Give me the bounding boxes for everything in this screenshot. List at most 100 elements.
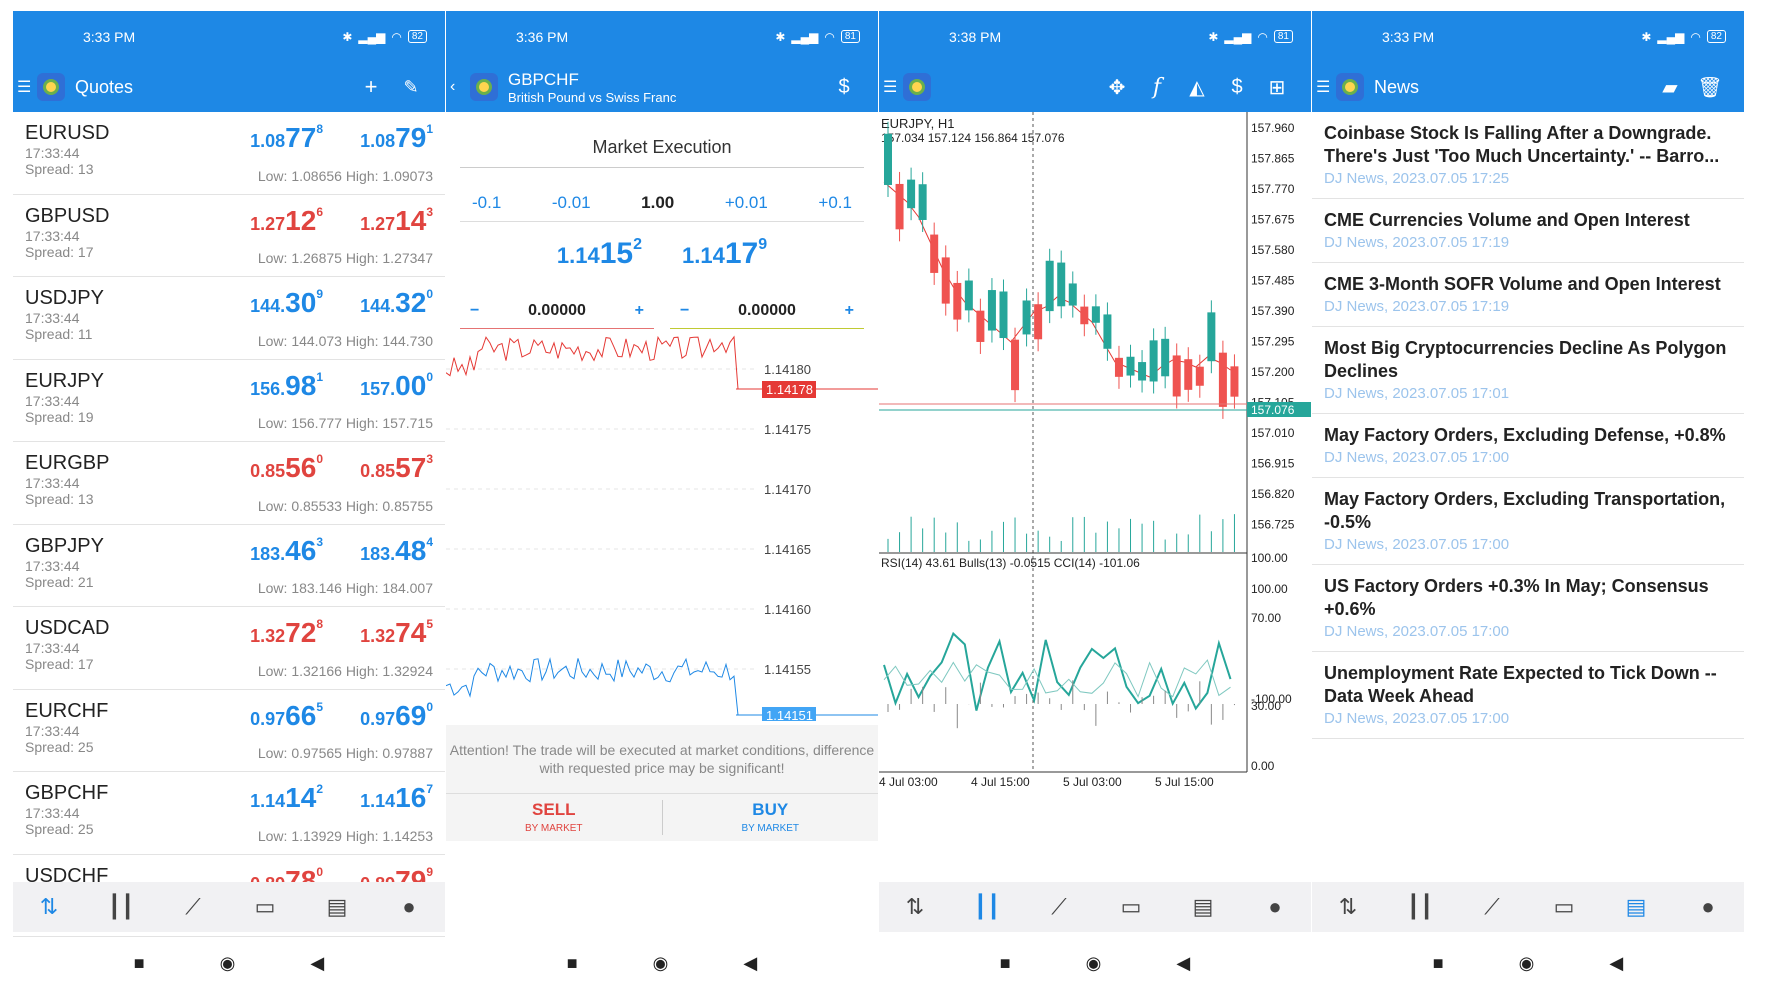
news-headline: CME 3-Month SOFR Volume and Open Interes… xyxy=(1324,274,1721,294)
quote-row[interactable]: EURGBP 17:33:44 Spread: 13 0.85560 0.85573 Lo… xyxy=(13,442,445,525)
price-axis-label: 156.915 xyxy=(1251,457,1295,471)
price-axis-label: 157.390 xyxy=(1251,304,1295,318)
nav-history-icon[interactable]: ▭ xyxy=(240,894,290,920)
news-source: DJ News, 2023.07.05 17:00 xyxy=(1324,449,1510,466)
quote-low-high: Low: 183.146 High: 184.007 xyxy=(257,580,433,596)
bottom-nav: ⇅ ┃┃ ⟋ ▭ ▤ ● xyxy=(13,882,445,932)
nav-chat-icon[interactable]: ● xyxy=(384,894,434,920)
news-item[interactable]: CME 3-Month SOFR Volume and Open Interes… xyxy=(1312,263,1744,327)
quote-row[interactable]: GBPCHF 17:33:44 Spread: 25 1.14142 1.14167 Lo… xyxy=(13,772,445,855)
folder-icon[interactable]: ▰ xyxy=(1650,75,1690,100)
home-icon[interactable]: ◉ xyxy=(1086,953,1102,974)
time-axis-label: 4 Jul 15:00 xyxy=(971,775,1030,789)
news-item[interactable]: Most Big Cryptocurrencies Decline As Pol… xyxy=(1312,327,1744,414)
nav-chart-icon[interactable]: ┃┃ xyxy=(1395,894,1445,920)
price-axis-label: 156.725 xyxy=(1251,518,1295,532)
battery-icon: 82 xyxy=(1706,30,1726,43)
menu-icon[interactable]: ☰ xyxy=(883,77,897,97)
news-item[interactable]: May Factory Orders, Excluding Transporta… xyxy=(1312,478,1744,565)
quote-row[interactable]: EURCHF 17:33:44 Spread: 25 0.97665 0.97690 Lo… xyxy=(13,690,445,772)
candle-body xyxy=(1080,306,1089,325)
status-bar: 3:33 PM ✱ ▂▄▆ ◠ 82 xyxy=(1312,11,1744,62)
bid-price: 144.309 xyxy=(250,287,323,318)
edit-icon[interactable]: ✎ xyxy=(391,77,431,98)
news-headline: Most Big Cryptocurrencies Decline As Pol… xyxy=(1324,338,1727,381)
new-order-icon[interactable]: ⊞ xyxy=(1257,75,1297,100)
nav-trade-icon[interactable]: ⟋ xyxy=(168,894,218,920)
quote-list: EURUSD 17:33:44 Spread: 13 1.08778 1.08791 Lo… xyxy=(13,112,445,937)
menu-icon[interactable]: ☰ xyxy=(17,77,31,97)
back-icon[interactable]: ◀ xyxy=(743,953,757,974)
candle-chart[interactable]: EURJPY, H1157.034 157.124 156.864 157.07… xyxy=(879,112,1311,792)
news-item[interactable]: CME Currencies Volume and Open Interest D… xyxy=(1312,199,1744,263)
chart-ohlc-label: 157.034 157.124 156.864 157.076 xyxy=(881,131,1065,145)
back-icon[interactable]: ◀ xyxy=(1609,953,1623,974)
nav-history-icon[interactable]: ▭ xyxy=(1106,894,1156,920)
nav-news-icon[interactable]: ▤ xyxy=(312,894,362,920)
recents-icon[interactable]: ■ xyxy=(1000,953,1011,974)
recents-icon[interactable]: ■ xyxy=(134,953,145,974)
back-arrow-icon[interactable]: ‹ xyxy=(450,78,462,96)
volume-plus-small[interactable]: +0.01 xyxy=(725,193,768,213)
app-bar: ☰ ✥ f ◭ $ ⊞ xyxy=(879,62,1311,112)
quote-row[interactable]: USDCAD 17:33:44 Spread: 17 1.32728 1.32745 Lo… xyxy=(13,607,445,690)
crosshair-icon[interactable]: ✥ xyxy=(1097,75,1137,100)
volume-minus-big[interactable]: -0.1 xyxy=(472,193,501,213)
price-label: 1.14180 xyxy=(764,362,811,377)
signal-icon: ▂▄▆ xyxy=(1224,29,1252,44)
sell-button[interactable]: SELL BY MARKET xyxy=(446,794,662,841)
volume-minus-small[interactable]: -0.01 xyxy=(552,193,591,213)
recents-icon[interactable]: ■ xyxy=(1433,953,1444,974)
candle-body xyxy=(1034,304,1043,340)
news-item[interactable]: Coinbase Stock Is Falling After a Downgr… xyxy=(1312,112,1744,199)
quote-row[interactable]: USDJPY 17:33:44 Spread: 11 144.309 144.320 Lo… xyxy=(13,277,445,360)
system-nav: ■ ◉ ◀ xyxy=(13,941,445,986)
nav-quotes-icon[interactable]: ⇅ xyxy=(1323,894,1373,920)
back-icon[interactable]: ◀ xyxy=(310,953,324,974)
nav-chart-icon[interactable]: ┃┃ xyxy=(96,894,146,920)
home-icon[interactable]: ◉ xyxy=(653,953,669,974)
battery-icon: 81 xyxy=(1273,30,1293,43)
nav-history-icon[interactable]: ▭ xyxy=(1539,894,1589,920)
ask-price: 0.97690 xyxy=(360,699,433,731)
nav-chart-icon[interactable]: ┃┃ xyxy=(962,894,1012,920)
home-icon[interactable]: ◉ xyxy=(220,953,236,974)
nav-quotes-icon[interactable]: ⇅ xyxy=(24,894,74,920)
status-bar: 3:33 PM ✱ ▂▄▆ ◠ 82 xyxy=(13,11,445,62)
execution-type-select[interactable]: Market Execution xyxy=(460,126,864,168)
nav-trade-icon[interactable]: ⟋ xyxy=(1034,894,1084,920)
time-axis-label: 5 Jul 03:00 xyxy=(1063,775,1122,789)
back-icon[interactable]: ◀ xyxy=(1176,953,1190,974)
volume-plus-big[interactable]: +0.1 xyxy=(818,193,852,213)
home-icon[interactable]: ◉ xyxy=(1519,953,1535,974)
quote-row[interactable]: EURUSD 17:33:44 Spread: 13 1.08778 1.08791 Lo… xyxy=(13,112,445,195)
news-item[interactable]: US Factory Orders +0.3% In May; Consensu… xyxy=(1312,565,1744,652)
quote-row[interactable]: GBPJPY 17:33:44 Spread: 21 183.463 183.484 Lo… xyxy=(13,525,445,607)
quote-low-high: Low: 144.073 High: 144.730 xyxy=(257,332,433,349)
buy-price: 1.14179 xyxy=(682,236,768,270)
objects-icon[interactable]: ◭ xyxy=(1177,75,1217,100)
nav-trade-icon[interactable]: ⟋ xyxy=(1467,894,1517,920)
trash-icon[interactable]: 🗑 xyxy=(1690,75,1730,100)
news-item[interactable]: May Factory Orders, Excluding Defense, +… xyxy=(1312,414,1744,478)
candle-body xyxy=(1103,314,1112,349)
symbol-select-icon[interactable]: $ xyxy=(1217,76,1257,99)
nav-news-icon[interactable]: ▤ xyxy=(1178,894,1228,920)
nav-chat-icon[interactable]: ● xyxy=(1250,894,1300,920)
nav-news-icon[interactable]: ▤ xyxy=(1611,894,1661,920)
news-source: DJ News, 2023.07.05 17:00 xyxy=(1324,710,1510,727)
recents-icon[interactable]: ■ xyxy=(567,953,578,974)
quote-row[interactable]: GBPUSD 17:33:44 Spread: 17 1.27126 1.27143 Lo… xyxy=(13,195,445,277)
symbol-select-icon[interactable]: $ xyxy=(824,76,864,99)
nav-quotes-icon[interactable]: ⇅ xyxy=(890,894,940,920)
add-icon[interactable]: + xyxy=(351,74,391,100)
bid-price: 1.14142 xyxy=(250,782,323,813)
menu-icon[interactable]: ☰ xyxy=(1316,77,1330,97)
volume-value[interactable]: 1.00 xyxy=(641,193,674,213)
news-item[interactable]: Unemployment Rate Expected to Tick Down … xyxy=(1312,652,1744,739)
buy-button[interactable]: BUY BY MARKET xyxy=(663,794,879,841)
nav-chat-icon[interactable]: ● xyxy=(1683,894,1733,920)
indicators-icon[interactable]: f xyxy=(1137,75,1177,100)
candle-body xyxy=(1230,366,1239,397)
quote-row[interactable]: EURJPY 17:33:44 Spread: 19 156.981 157.000 Lo… xyxy=(13,360,445,442)
